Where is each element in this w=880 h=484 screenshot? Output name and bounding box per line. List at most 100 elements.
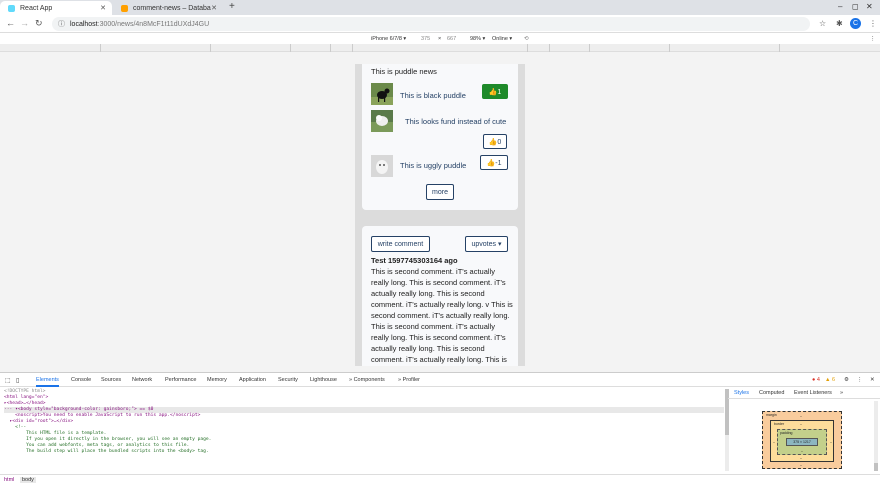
- news-item-text[interactable]: This looks fund instead of cute: [405, 117, 506, 126]
- device-toggle-icon[interactable]: ▯: [16, 377, 19, 384]
- network-select[interactable]: Online ▾: [492, 36, 512, 42]
- new-tab-button[interactable]: +: [229, 1, 235, 12]
- settings-gear-icon[interactable]: ⚙: [844, 377, 849, 383]
- breadcrumb-body[interactable]: body: [20, 477, 36, 483]
- news-title: This is puddle news: [371, 67, 437, 76]
- zoom-select[interactable]: 98% ▾: [470, 36, 485, 42]
- profile-avatar[interactable]: C: [850, 18, 861, 29]
- more-tabs-icon[interactable]: »: [840, 390, 843, 396]
- tab-performance[interactable]: Performance: [165, 377, 197, 383]
- tab-computed[interactable]: Computed: [759, 390, 784, 396]
- back-icon[interactable]: ←: [6, 18, 15, 28]
- devtools-close-icon[interactable]: ✕: [870, 377, 875, 383]
- devtools-right-controls: ● 4 ▲ 6 ⚙ ⋮ ✕: [728, 373, 880, 387]
- news-card: This is puddle news This is black puddle…: [362, 64, 518, 210]
- dom-tree[interactable]: <!DOCTYPE html> <html lang="en"> ▸<head>…: [4, 389, 724, 455]
- news-item-text[interactable]: This is uggly puddle: [400, 161, 466, 170]
- times-sign: ×: [438, 36, 442, 42]
- info-icon: ⓘ: [58, 21, 65, 28]
- comment-author-line: Test 1597745303164 ago: [371, 256, 458, 265]
- minimize-icon[interactable]: –: [838, 2, 842, 11]
- warning-count[interactable]: ▲ 6: [825, 377, 835, 383]
- padding-right-value: –: [830, 440, 832, 444]
- tab-elements[interactable]: Elements: [36, 377, 59, 387]
- upvote-button[interactable]: 👍-1: [480, 155, 508, 170]
- devtools-menu-icon[interactable]: ⋮: [857, 377, 863, 383]
- address-bar-row: ← → ↻ ⓘ localhost :3000/news/4n8McF1t11d…: [0, 15, 880, 33]
- tab-memory[interactable]: Memory: [207, 377, 227, 383]
- tab-firebase[interactable]: comment-news – Databa ✕: [113, 1, 223, 15]
- emulated-viewport: This is puddle news This is black puddle…: [0, 52, 880, 372]
- comments-card: write comment upvotes ▾ Test 15977453031…: [362, 226, 518, 366]
- reload-icon[interactable]: ↻: [35, 18, 43, 29]
- tab-network[interactable]: Network: [132, 377, 152, 383]
- devtools-tabs: ⬚ ▯ Elements Console Sources Network Per…: [0, 373, 728, 387]
- width-input[interactable]: 375: [421, 36, 430, 42]
- url-path: :3000/news/4n8McF1t11dUXdJ4GU: [97, 20, 210, 28]
- styles-scrollbar-track: [874, 401, 878, 471]
- tab-components[interactable]: » Components: [349, 377, 385, 383]
- maximize-icon[interactable]: ◻: [852, 2, 859, 11]
- url-input[interactable]: ⓘ localhost :3000/news/4n8McF1t11dUXdJ4G…: [52, 17, 810, 31]
- close-icon[interactable]: ✕: [211, 4, 217, 12]
- border-box: border – – padding – – – 375 × 1217: [770, 420, 834, 462]
- sort-upvotes-dropdown[interactable]: upvotes ▾: [465, 236, 508, 252]
- tab-application[interactable]: Application: [239, 377, 266, 383]
- browser-tab-bar: React App ✕ comment-news – Databa ✕ + – …: [0, 0, 880, 15]
- breadcrumb-html[interactable]: html: [4, 477, 14, 483]
- tab-react-app[interactable]: React App ✕: [0, 1, 112, 15]
- window-close-icon[interactable]: ✕: [866, 2, 873, 11]
- padding-label: padding: [780, 431, 793, 435]
- firebase-favicon-icon: [121, 4, 128, 12]
- tab-console[interactable]: Console: [71, 377, 91, 383]
- ugly-puddle-thumbnail: [371, 155, 393, 177]
- margin-label: margin: [766, 413, 777, 417]
- tab-profiler[interactable]: » Profiler: [398, 377, 420, 383]
- content-size: 375 × 1217: [786, 438, 818, 446]
- tab-styles[interactable]: Styles: [734, 390, 749, 396]
- device-options-icon[interactable]: ⋮: [870, 36, 876, 42]
- margin-top-value: –: [800, 414, 802, 418]
- white-puddle-thumbnail: [371, 110, 393, 132]
- more-button[interactable]: more: [426, 184, 454, 200]
- close-icon[interactable]: ✕: [100, 4, 106, 12]
- tab-title: comment-news – Databa: [133, 4, 211, 12]
- devtools-panel: ⬚ ▯ Elements Console Sources Network Per…: [0, 372, 880, 484]
- media-query-ruler: [0, 44, 880, 52]
- url-host: localhost: [70, 20, 98, 28]
- upvote-button[interactable]: 👍0: [483, 134, 507, 149]
- padding-left-value: –: [773, 440, 775, 444]
- comment-body: This is second comment. iT's actually re…: [371, 267, 513, 364]
- upvote-button[interactable]: 👍1: [482, 84, 508, 99]
- react-favicon-icon: [8, 4, 15, 12]
- border-top-value: –: [800, 422, 802, 426]
- padding-bottom-value: –: [801, 449, 803, 453]
- write-comment-button[interactable]: write comment: [371, 236, 430, 252]
- more-menu-icon[interactable]: ⋮: [869, 19, 877, 28]
- extensions-icon[interactable]: ✱: [836, 19, 843, 28]
- styles-pane-tabs: Styles Computed Event Listeners »: [728, 387, 880, 399]
- device-toolbar: iPhone 6/7/8 ▾ 375 × 667 98% ▾ Online ▾ …: [0, 34, 880, 44]
- rotate-icon[interactable]: ⟲: [524, 36, 529, 42]
- error-count[interactable]: ● 4: [812, 377, 820, 383]
- tab-security[interactable]: Security: [278, 377, 298, 383]
- star-icon[interactable]: ☆: [819, 19, 826, 28]
- tab-event-listeners[interactable]: Event Listeners: [794, 390, 832, 396]
- margin-bottom-value: –: [800, 463, 802, 467]
- padding-box: padding – – – 375 × 1217: [773, 429, 832, 455]
- dom-line[interactable]: The build step will place the bundled sc…: [4, 449, 724, 455]
- tab-sources[interactable]: Sources: [101, 377, 121, 383]
- news-item-text[interactable]: This is black puddle: [400, 91, 466, 100]
- border-label: border: [774, 422, 785, 426]
- black-puddle-thumbnail: [371, 83, 393, 105]
- inspect-icon[interactable]: ⬚: [5, 377, 11, 384]
- forward-icon[interactable]: →: [20, 18, 29, 28]
- box-model-diagram: margin – – border – – padding – – – 375 …: [762, 411, 842, 469]
- border-bottom-value: –: [800, 456, 802, 460]
- device-select[interactable]: iPhone 6/7/8 ▾: [371, 36, 406, 42]
- phone-screen: This is puddle news This is black puddle…: [355, 64, 525, 366]
- tab-lighthouse[interactable]: Lighthouse: [310, 377, 337, 383]
- height-input[interactable]: 667: [447, 36, 456, 42]
- styles-scrollbar-thumb[interactable]: [874, 463, 878, 471]
- tab-title: React App: [20, 4, 53, 12]
